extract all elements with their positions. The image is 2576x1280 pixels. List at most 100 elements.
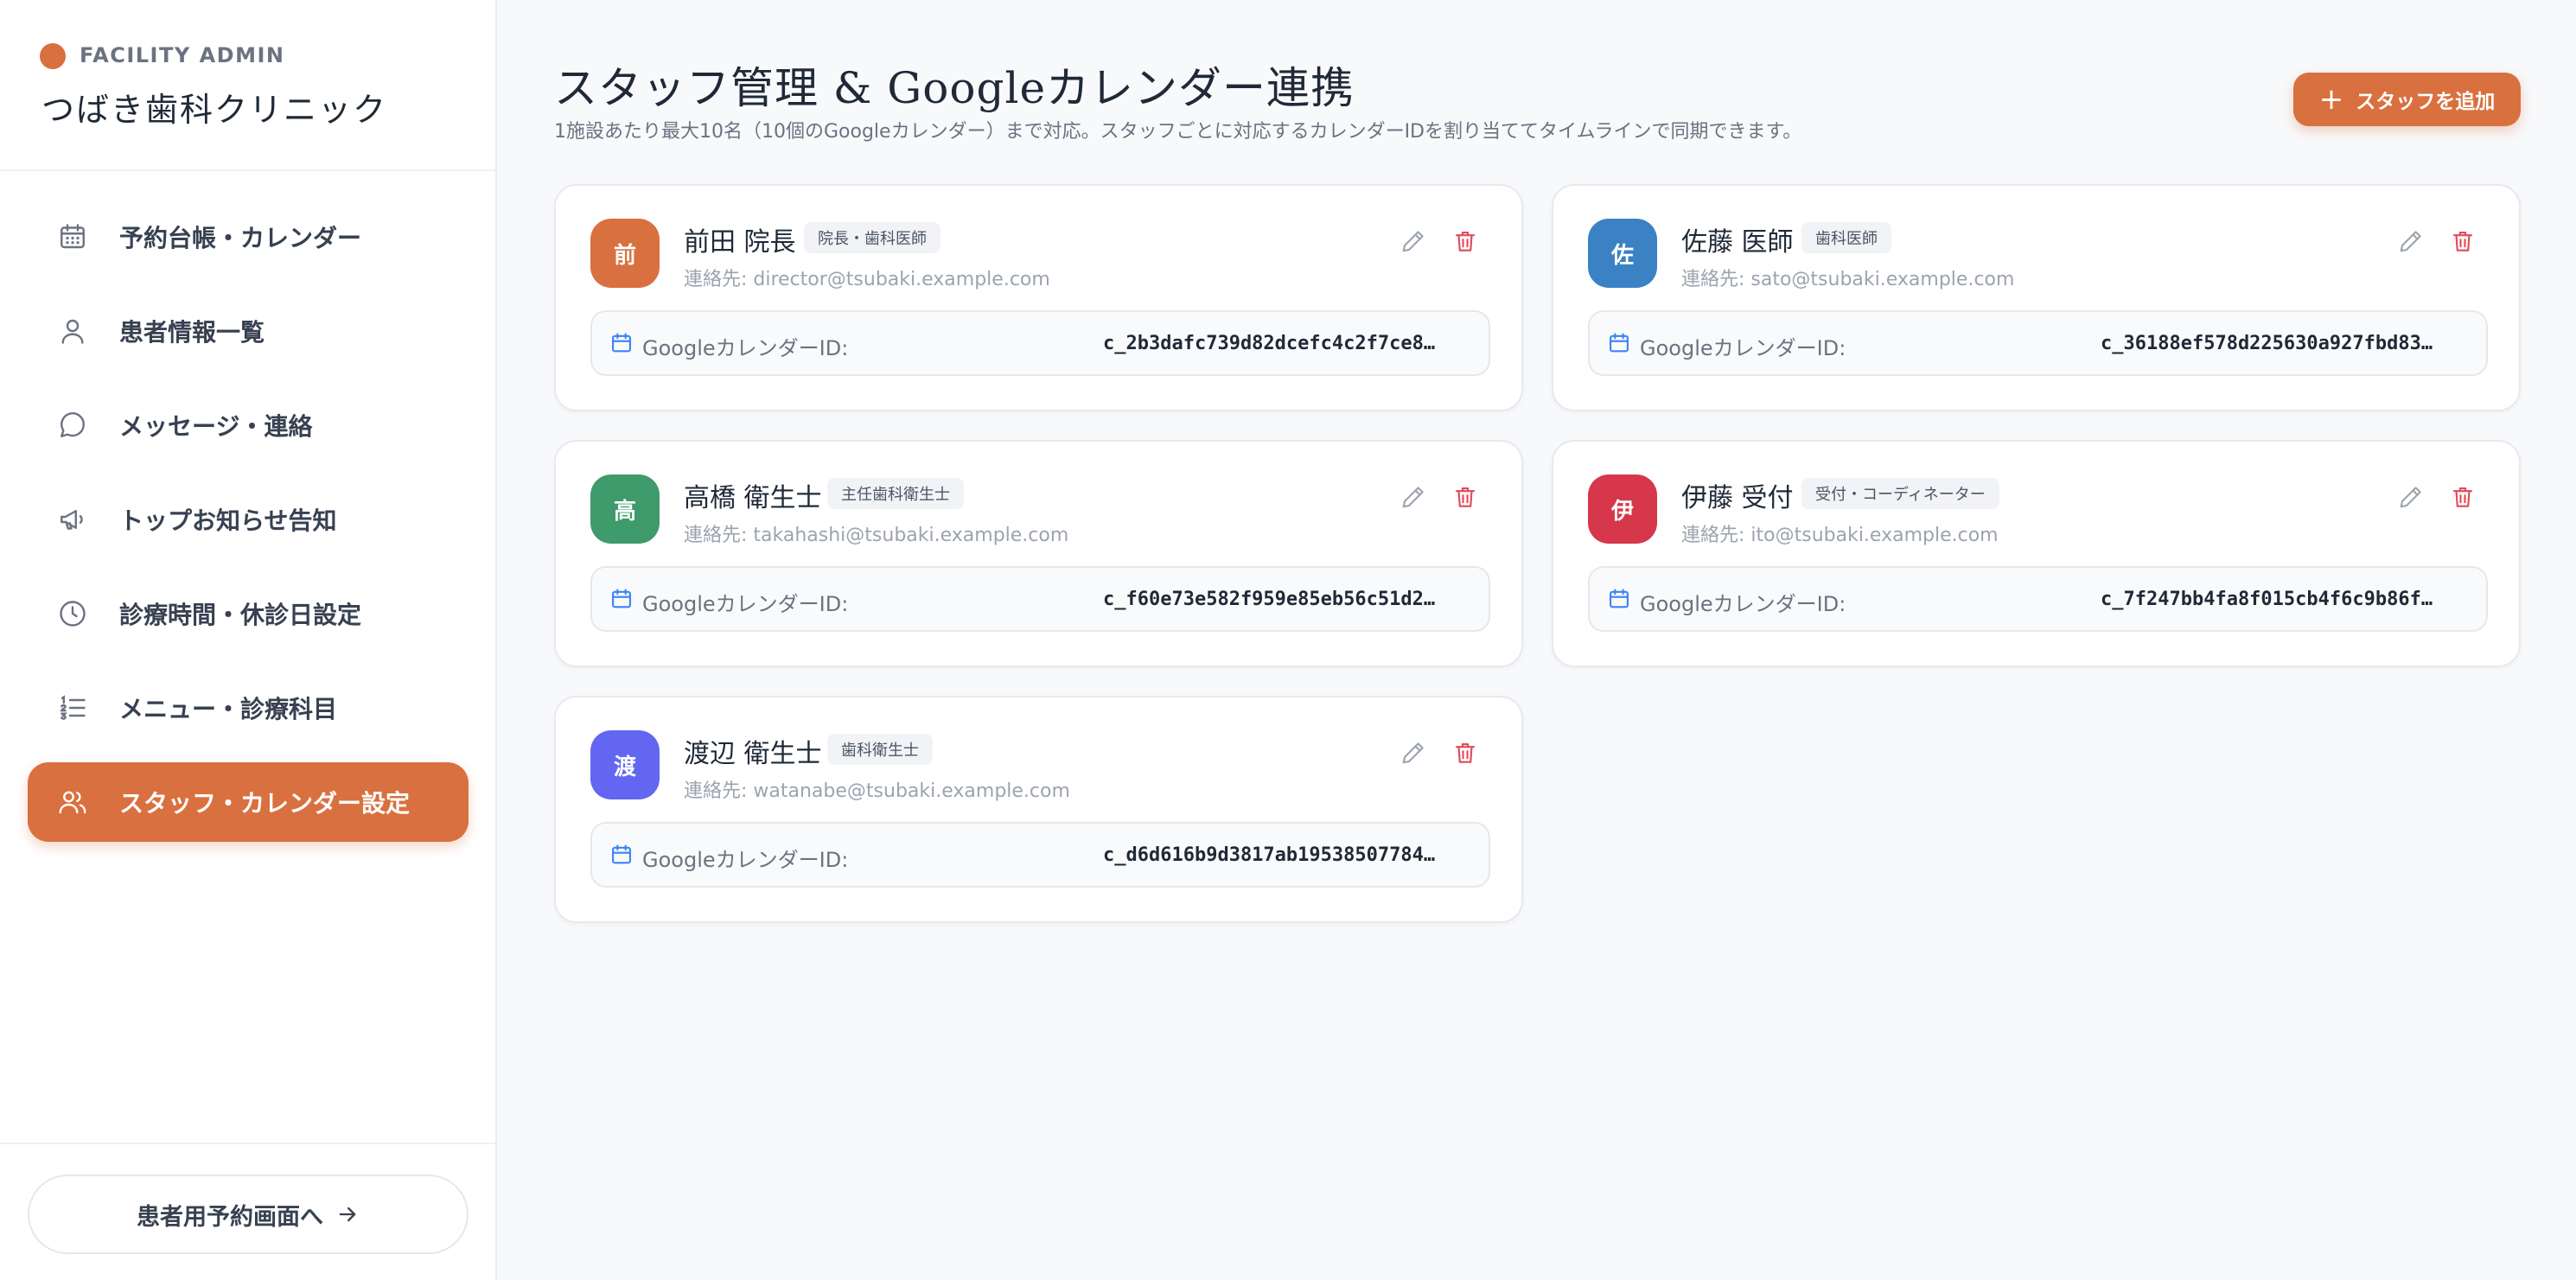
sidebar-item-staff-calendar[interactable]: スタッフ・カレンダー設定 bbox=[28, 762, 469, 842]
megaphone-icon bbox=[55, 502, 90, 537]
message-icon bbox=[55, 408, 90, 443]
calendar-icon bbox=[55, 220, 90, 254]
staff-name: 高橋 衛生士 bbox=[684, 483, 822, 513]
staff-card: 前 前田 院長 院長・歯科医師 連絡先: director@tsubaki.ex… bbox=[554, 184, 1523, 411]
pencil-icon bbox=[1402, 487, 1424, 508]
role-badge: 主任歯科衛生士 bbox=[827, 478, 964, 509]
trash-icon bbox=[1455, 487, 1476, 507]
pencil-icon bbox=[2400, 231, 2421, 252]
sidebar-item-patients[interactable]: 患者情報一覧 bbox=[28, 291, 469, 371]
calendar-id-label: GoogleカレンダーID: bbox=[1640, 592, 1846, 616]
calendar-id-label: GoogleカレンダーID: bbox=[1640, 336, 1846, 360]
calendar-id-field: GoogleカレンダーID: c_d6d616b9d3817ab19538507… bbox=[590, 822, 1490, 888]
trash-icon bbox=[2452, 487, 2473, 507]
brand-kicker: FACILITY ADMIN bbox=[80, 43, 285, 67]
add-staff-label: スタッフを追加 bbox=[2356, 91, 2496, 113]
edit-button[interactable] bbox=[1396, 480, 1431, 514]
role-badge: 受付・コーディネーター bbox=[1801, 478, 1999, 509]
sidebar-nav: 予約台帳・カレンダー 患者情報一覧 メッセージ・連絡 トップお知らせ告知 診療時… bbox=[28, 197, 469, 857]
calendar-icon bbox=[1610, 589, 1629, 608]
brand-header: FACILITY ADMIN つばき歯科クリニック bbox=[0, 0, 495, 171]
user-icon bbox=[55, 314, 90, 348]
pencil-icon bbox=[1402, 231, 1424, 252]
trash-icon bbox=[1455, 742, 1476, 763]
delete-button[interactable] bbox=[1448, 224, 1482, 258]
delete-button[interactable] bbox=[1448, 736, 1482, 770]
role-badge: 歯科衛生士 bbox=[827, 734, 933, 765]
edit-button[interactable] bbox=[1396, 736, 1431, 770]
staff-card: 伊 伊藤 受付 受付・コーディネーター 連絡先: ito@tsubaki.exa… bbox=[1552, 440, 2521, 667]
plus-icon: + bbox=[2318, 82, 2344, 117]
staff-contact: 連絡先: watanabe@tsubaki.example.com bbox=[684, 780, 1070, 802]
page-subtitle: 1施設あたり最大10名（10個のGoogleカレンダー）まで対応。スタッフごとに… bbox=[554, 121, 1802, 143]
pencil-icon bbox=[1402, 742, 1424, 764]
sidebar-item-messages[interactable]: メッセージ・連絡 bbox=[28, 385, 469, 465]
calendar-id-field: GoogleカレンダーID: c_7f247bb4fa8f015cb4f6c9b… bbox=[1588, 566, 2488, 632]
avatar: 渡 bbox=[590, 730, 660, 799]
staff-name: 佐藤 医師 bbox=[1681, 227, 1794, 258]
avatar: 佐 bbox=[1588, 219, 1657, 288]
role-badge: 歯科医師 bbox=[1801, 222, 1891, 253]
sidebar-item-label: 患者情報一覧 bbox=[119, 318, 265, 347]
staff-card: 渡 渡辺 衛生士 歯科衛生士 連絡先: watanabe@tsubaki.exa… bbox=[554, 696, 1523, 923]
sidebar-item-announcements[interactable]: トップお知らせ告知 bbox=[28, 480, 469, 559]
calendar-id-value: c_36188ef578d225630a927fbd83… bbox=[2101, 333, 2433, 354]
calendar-icon bbox=[612, 589, 631, 608]
calendar-id-value: c_d6d616b9d3817ab19538507784… bbox=[1103, 844, 1436, 866]
staff-name: 渡辺 衛生士 bbox=[684, 739, 822, 769]
calendar-id-label: GoogleカレンダーID: bbox=[642, 592, 849, 616]
sidebar-item-label: 予約台帳・カレンダー bbox=[119, 224, 362, 252]
delete-button[interactable] bbox=[1448, 480, 1482, 514]
calendar-id-label: GoogleカレンダーID: bbox=[642, 848, 849, 872]
sidebar-item-label: 診療時間・休診日設定 bbox=[119, 601, 362, 629]
calendar-id-field: GoogleカレンダーID: c_f60e73e582f959e85eb56c5… bbox=[590, 566, 1490, 632]
sidebar-item-label: スタッフ・カレンダー設定 bbox=[119, 789, 411, 818]
avatar: 前 bbox=[590, 219, 660, 288]
sidebar: FACILITY ADMIN つばき歯科クリニック 予約台帳・カレンダー 患者情… bbox=[0, 0, 497, 1280]
sidebar-item-menu[interactable]: メニュー・診療科目 bbox=[28, 668, 469, 748]
avatar: 高 bbox=[590, 474, 660, 544]
staff-name: 伊藤 受付 bbox=[1681, 483, 1794, 513]
calendar-id-value: c_7f247bb4fa8f015cb4f6c9b86f… bbox=[2101, 589, 2433, 610]
staff-card: 高 高橋 衛生士 主任歯科衛生士 連絡先: takahashi@tsubaki.… bbox=[554, 440, 1523, 667]
role-badge: 院長・歯科医師 bbox=[804, 222, 940, 253]
edit-button[interactable] bbox=[2394, 480, 2428, 514]
sidebar-item-reservations[interactable]: 予約台帳・カレンダー bbox=[28, 197, 469, 277]
staff-name: 前田 院長 bbox=[684, 227, 796, 258]
staff-contact: 連絡先: takahashi@tsubaki.example.com bbox=[684, 525, 1069, 546]
delete-button[interactable] bbox=[2445, 480, 2480, 514]
sidebar-item-label: メッセージ・連絡 bbox=[119, 412, 313, 441]
patient-booking-button[interactable]: 患者用予約画面へ bbox=[28, 1175, 469, 1254]
calendar-id-field: GoogleカレンダーID: c_2b3dafc739d82dcefc4c2f7… bbox=[590, 310, 1490, 376]
calendar-id-label: GoogleカレンダーID: bbox=[642, 336, 849, 360]
calendar-id-field: GoogleカレンダーID: c_36188ef578d225630a927fb… bbox=[1588, 310, 2488, 376]
clock-icon bbox=[55, 596, 90, 631]
list-ordered-icon bbox=[55, 691, 90, 725]
patient-booking-label: 患者用予約画面へ bbox=[137, 1203, 323, 1231]
calendar-icon bbox=[1610, 333, 1629, 353]
pencil-icon bbox=[2400, 487, 2421, 508]
delete-button[interactable] bbox=[2445, 224, 2480, 258]
calendar-icon bbox=[612, 333, 631, 353]
calendar-id-value: c_f60e73e582f959e85eb56c51d2… bbox=[1103, 589, 1436, 610]
page-title: スタッフ管理 & Googleカレンダー連携 bbox=[554, 63, 1355, 113]
avatar: 伊 bbox=[1588, 474, 1657, 544]
trash-icon bbox=[1455, 231, 1476, 252]
edit-button[interactable] bbox=[1396, 224, 1431, 258]
staff-contact: 連絡先: sato@tsubaki.example.com bbox=[1681, 269, 2015, 290]
sidebar-footer: 患者用予約画面へ bbox=[0, 1143, 495, 1280]
sidebar-item-label: メニュー・診療科目 bbox=[119, 695, 338, 723]
calendar-icon bbox=[612, 844, 631, 864]
users-icon bbox=[55, 785, 90, 819]
calendar-id-value: c_2b3dafc739d82dcefc4c2f7ce8… bbox=[1103, 333, 1436, 354]
clinic-name: つばき歯科クリニック bbox=[41, 91, 388, 129]
add-staff-button[interactable]: + スタッフを追加 bbox=[2293, 73, 2521, 126]
edit-button[interactable] bbox=[2394, 224, 2428, 258]
staff-contact: 連絡先: director@tsubaki.example.com bbox=[684, 269, 1050, 290]
trash-icon bbox=[2452, 231, 2473, 252]
sidebar-item-hours[interactable]: 診療時間・休診日設定 bbox=[28, 574, 469, 653]
brand-dot-icon bbox=[40, 43, 66, 69]
staff-card: 佐 佐藤 医師 歯科医師 連絡先: sato@tsubaki.example.c… bbox=[1552, 184, 2521, 411]
staff-contact: 連絡先: ito@tsubaki.example.com bbox=[1681, 525, 1999, 546]
sidebar-item-label: トップお知らせ告知 bbox=[119, 506, 337, 535]
